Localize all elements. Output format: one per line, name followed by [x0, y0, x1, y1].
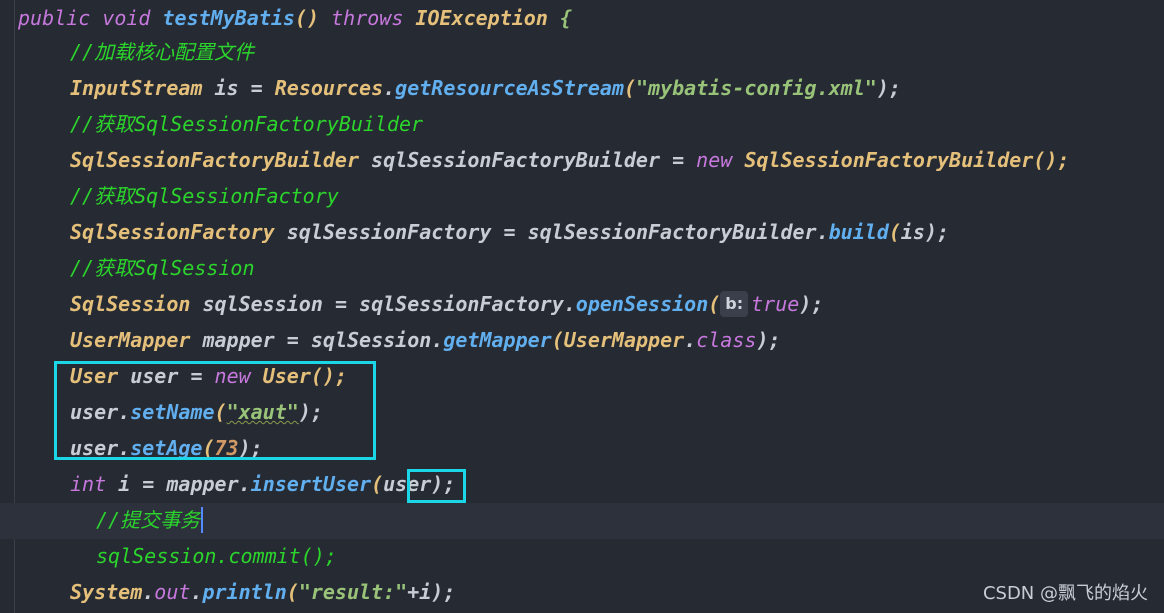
comment: //获取SqlSessionFactory — [70, 184, 339, 208]
class-argument: UserMapper — [563, 328, 685, 352]
statement: sqlSession.commit(); — [96, 544, 337, 568]
code-line-5[interactable]: SqlSessionFactoryBuilder sqlSessionFacto… — [70, 142, 1069, 178]
dot: . — [190, 580, 203, 604]
code-line-9[interactable]: SqlSession sqlSession = sqlSessionFactor… — [70, 286, 823, 322]
dot: . — [238, 472, 251, 496]
code-editor[interactable]: public void testMyBatis() throws IOExcep… — [0, 0, 1164, 613]
object: mapper — [166, 472, 239, 496]
argument: is — [900, 220, 925, 244]
highlight-box-user-block — [54, 361, 376, 460]
comment: //提交事务 — [96, 508, 201, 532]
string-literal: "result:" — [298, 580, 408, 604]
code-line-14[interactable]: int i = mapper.insertUser(user); — [70, 466, 455, 502]
code-line-16[interactable]: sqlSession.commit(); — [96, 538, 337, 574]
dot: . — [684, 328, 697, 352]
dot: . — [816, 220, 829, 244]
method-call: build — [828, 220, 889, 244]
code-line-4[interactable]: //获取SqlSessionFactoryBuilder — [70, 106, 423, 142]
code-line-8[interactable]: //获取SqlSession — [70, 250, 255, 286]
variable: sqlSessionFactoryBuilder — [371, 148, 661, 172]
text-cursor — [201, 507, 204, 533]
close: ); — [799, 292, 824, 316]
exception-type: IOException — [415, 6, 548, 30]
variable: mapper — [202, 328, 275, 352]
open-paren: ( — [708, 292, 721, 316]
method-call: insertUser — [250, 472, 372, 496]
variable: is — [214, 76, 239, 100]
parameter-hint: b: — [720, 291, 749, 317]
comment: //获取SqlSessionFactoryBuilder — [70, 112, 424, 136]
open-paren: ( — [286, 580, 299, 604]
dot: . — [563, 292, 576, 316]
keyword-class: class — [696, 328, 757, 352]
operator: = — [503, 220, 516, 244]
boolean-literal: true — [751, 292, 800, 316]
dot: . — [383, 76, 396, 100]
operator: = — [286, 328, 299, 352]
close: ); — [876, 76, 901, 100]
code-line-1[interactable]: public void testMyBatis() throws IOExcep… — [18, 0, 572, 36]
code-line-2[interactable]: //加载核心配置文件 — [70, 34, 254, 70]
dot: . — [142, 580, 155, 604]
dot: . — [431, 328, 444, 352]
keyword-new: new — [696, 148, 733, 172]
string-literal: "mybatis-config.xml" — [635, 76, 877, 100]
method-call: openSession — [575, 292, 709, 316]
open-paren: ( — [623, 76, 636, 100]
open-paren: ( — [551, 328, 564, 352]
keyword-void: void — [102, 6, 151, 30]
variable: sqlSessionFactory — [286, 220, 492, 244]
open-brace: { — [559, 6, 572, 30]
open-paren: ( — [888, 220, 901, 244]
method-call: getMapper — [443, 328, 552, 352]
class-name: System — [70, 580, 143, 604]
variable: i — [118, 472, 131, 496]
concat: +i — [407, 580, 432, 604]
variable: sqlSession — [202, 292, 323, 316]
highlight-box-user-arg — [407, 469, 466, 503]
close: (); — [1033, 148, 1070, 172]
type: SqlSessionFactoryBuilder — [70, 148, 359, 172]
code-line-6[interactable]: //获取SqlSessionFactory — [70, 178, 339, 214]
type: InputStream — [70, 76, 203, 100]
type: UserMapper — [70, 328, 191, 352]
type: SqlSessionFactory — [70, 220, 275, 244]
comment: //获取SqlSession — [70, 256, 255, 280]
keyword-int: int — [70, 472, 107, 496]
object: sqlSession — [310, 328, 432, 352]
watermark: CSDN @飘飞的焰火 — [982, 583, 1148, 604]
code-line-7[interactable]: SqlSessionFactory sqlSessionFactory = sq… — [70, 214, 949, 250]
parens: () — [294, 6, 320, 30]
close: ); — [431, 580, 456, 604]
comment: //加载核心配置文件 — [70, 40, 255, 64]
method-call: getResourceAsStream — [395, 76, 624, 100]
operator: = — [672, 148, 685, 172]
field: out — [154, 580, 191, 604]
code-line-10[interactable]: UserMapper mapper = sqlSession.getMapper… — [70, 322, 781, 358]
code-line-17[interactable]: System.out.println("result:"+i); — [70, 574, 455, 610]
operator: = — [250, 76, 263, 100]
operator: = — [142, 472, 155, 496]
operator: = — [334, 292, 347, 316]
keyword-throws: throws — [331, 6, 404, 30]
type: SqlSession — [70, 292, 191, 316]
constructor: SqlSessionFactoryBuilder — [744, 148, 1034, 172]
close: ); — [924, 220, 950, 244]
code-line-3[interactable]: InputStream is = Resources.getResourceAs… — [70, 70, 901, 106]
open-paren: ( — [371, 472, 384, 496]
object: sqlSessionFactory — [359, 292, 564, 316]
object: sqlSessionFactoryBuilder — [527, 220, 817, 244]
class-name: Resources — [274, 76, 384, 100]
method-call: println — [202, 580, 287, 604]
keyword-public: public — [18, 6, 91, 30]
code-line-15[interactable]: //提交事务 — [96, 502, 204, 538]
close: ); — [756, 328, 781, 352]
method-name: testMyBatis — [162, 6, 295, 30]
